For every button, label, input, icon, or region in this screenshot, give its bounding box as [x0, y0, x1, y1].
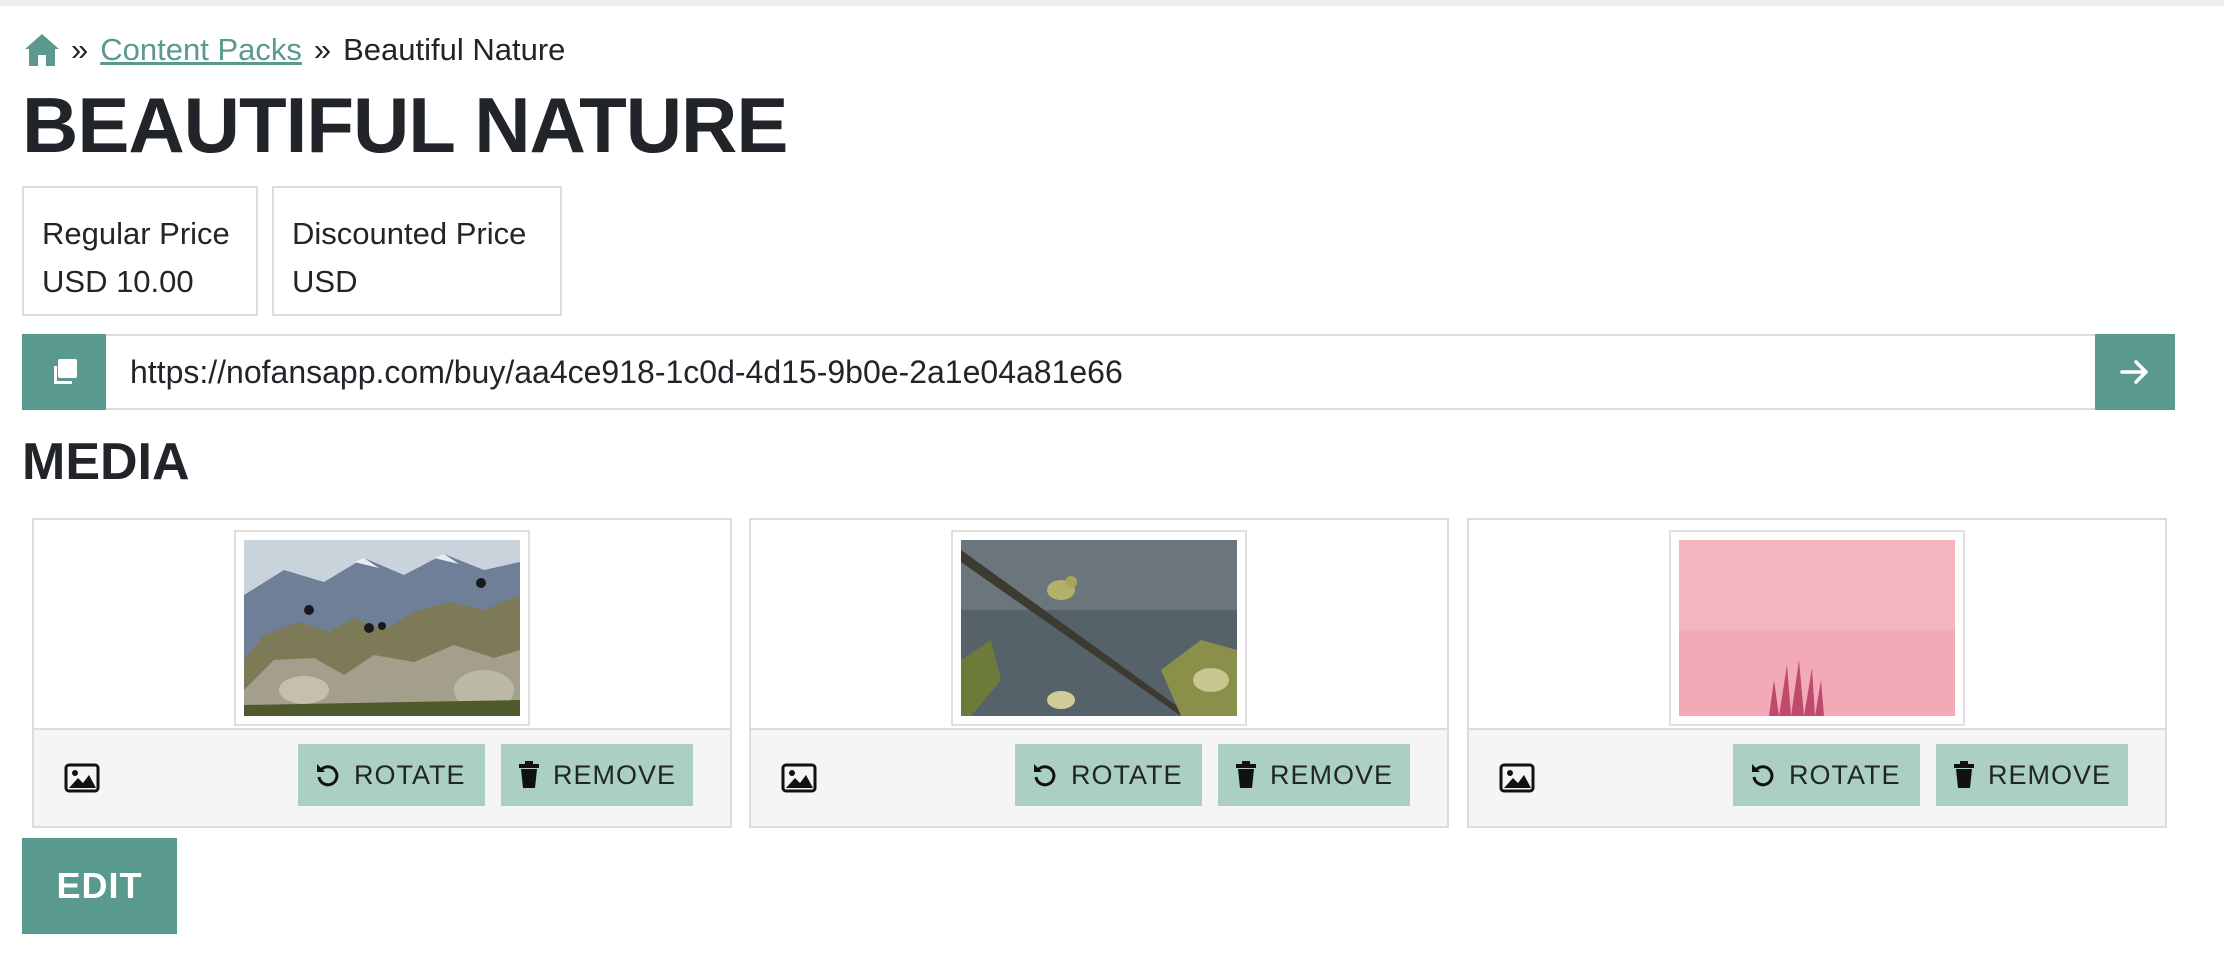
- rotate-icon: [317, 764, 339, 787]
- arrow-right-icon: [2120, 360, 2148, 384]
- image-icon: [781, 763, 817, 793]
- purchase-url-bar: https://nofansapp.com/buy/aa4ce918-1c0d-…: [22, 334, 2175, 410]
- page-title: BEAUTIFUL NATURE: [22, 81, 788, 169]
- media-card: ROTATE REMOVE: [32, 518, 732, 828]
- remove-label: REMOVE: [553, 759, 677, 790]
- trash-icon: [519, 761, 539, 788]
- remove-label: REMOVE: [1988, 759, 2112, 790]
- purchase-url-text[interactable]: https://nofansapp.com/buy/aa4ce918-1c0d-…: [106, 336, 2095, 408]
- media-thumbnail[interactable]: [1669, 530, 1965, 726]
- media-card: ROTATE REMOVE: [749, 518, 1449, 828]
- discounted-price-card: Discounted Price USD: [272, 186, 562, 316]
- trash-icon: [1236, 761, 1256, 788]
- remove-button[interactable]: REMOVE: [501, 744, 693, 806]
- rotate-button[interactable]: ROTATE: [1733, 744, 1920, 806]
- media-card: ROTATE REMOVE: [1467, 518, 2167, 828]
- remove-label: REMOVE: [1270, 759, 1394, 790]
- remove-button[interactable]: REMOVE: [1936, 744, 2128, 806]
- breadcrumb-link-content-packs[interactable]: Content Packs: [100, 32, 302, 68]
- copy-icon: [54, 359, 77, 384]
- media-thumbnail[interactable]: [951, 530, 1247, 726]
- pink-flower-photo: [1679, 540, 1955, 716]
- media-thumbnail[interactable]: [234, 530, 530, 726]
- rotate-icon: [1752, 764, 1774, 787]
- remove-button[interactable]: REMOVE: [1218, 744, 1410, 806]
- breadcrumb-separator: »: [313, 32, 332, 67]
- breadcrumb-current: Beautiful Nature: [343, 32, 566, 67]
- breadcrumb-separator: »: [71, 32, 89, 67]
- rotate-icon: [1034, 764, 1056, 787]
- bird-photo: [961, 540, 1237, 716]
- top-border: [0, 0, 2224, 6]
- media-card-footer: ROTATE REMOVE: [1469, 728, 2165, 826]
- image-icon: [1499, 763, 1535, 793]
- rotate-label: ROTATE: [1071, 759, 1183, 790]
- rotate-label: ROTATE: [1789, 759, 1901, 790]
- copy-url-button[interactable]: [22, 334, 106, 410]
- media-card-footer: ROTATE REMOVE: [34, 728, 730, 826]
- regular-price-card: Regular Price USD 10.00: [22, 186, 258, 316]
- discounted-price-value: USD: [292, 264, 358, 299]
- mountain-photo: [244, 540, 520, 716]
- regular-price-label: Regular Price: [42, 216, 230, 251]
- discounted-price-label: Discounted Price: [292, 216, 527, 251]
- trash-icon: [1954, 761, 1974, 788]
- edit-button[interactable]: EDIT: [22, 838, 177, 934]
- media-section-title: MEDIA: [22, 433, 190, 491]
- open-url-button[interactable]: [2095, 334, 2175, 410]
- rotate-label: ROTATE: [354, 759, 466, 790]
- home-icon[interactable]: [23, 32, 61, 68]
- rotate-button[interactable]: ROTATE: [1015, 744, 1202, 806]
- regular-price-value: USD 10.00: [42, 264, 194, 299]
- image-icon: [64, 763, 100, 793]
- media-card-footer: ROTATE REMOVE: [751, 728, 1447, 826]
- rotate-button[interactable]: ROTATE: [298, 744, 485, 806]
- breadcrumb: » Content Packs » Beautiful Nature: [23, 28, 565, 72]
